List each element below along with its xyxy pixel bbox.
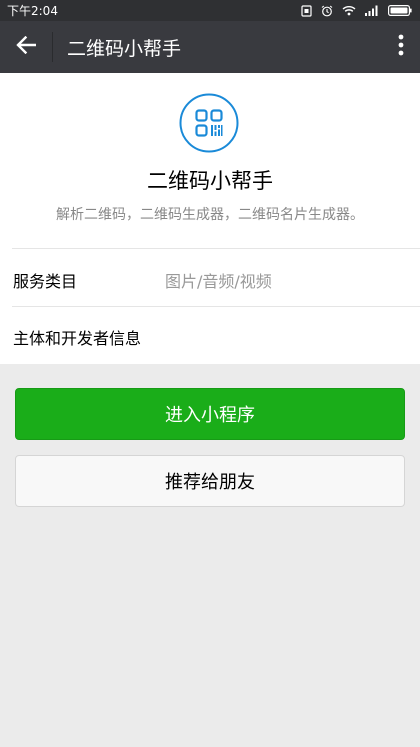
title-bar: 二维码小帮手 [0,21,420,73]
category-label: 服务类目 [13,272,78,291]
developer-info-label: 主体和开发者信息 [13,329,142,348]
enter-mini-program-button[interactable]: 进入小程序 [15,388,405,440]
signal-icon [365,5,379,16]
back-button[interactable] [0,21,52,73]
alarm-icon [321,5,333,17]
status-time: 下午2:04 [7,4,58,18]
title-separator [52,32,53,62]
arrow-left-icon [16,35,37,58]
status-bar: 下午2:04 [0,0,420,21]
recommend-to-friend-button[interactable]: 推荐给朋友 [15,455,405,507]
sim-icon [301,4,312,17]
info-card: 二维码小帮手 解析二维码，二维码生成器，二维码名片生成器。 服务类目 图片/音频… [0,73,420,364]
enter-mini-program-label: 进入小程序 [165,405,255,426]
app-description: 解析二维码，二维码生成器，二维码名片生成器。 [56,207,364,223]
divider [12,248,420,249]
divider [12,306,420,307]
page-title: 二维码小帮手 [67,37,182,60]
more-vertical-icon [398,34,404,60]
wifi-icon [342,5,356,16]
recommend-to-friend-label: 推荐给朋友 [165,472,255,493]
category-value: 图片/音频/视频 [165,272,272,291]
status-icons [301,4,412,17]
app-name: 二维码小帮手 [147,169,273,193]
battery-icon [388,5,412,16]
qr-code-icon [179,93,239,153]
more-button[interactable] [382,21,420,73]
